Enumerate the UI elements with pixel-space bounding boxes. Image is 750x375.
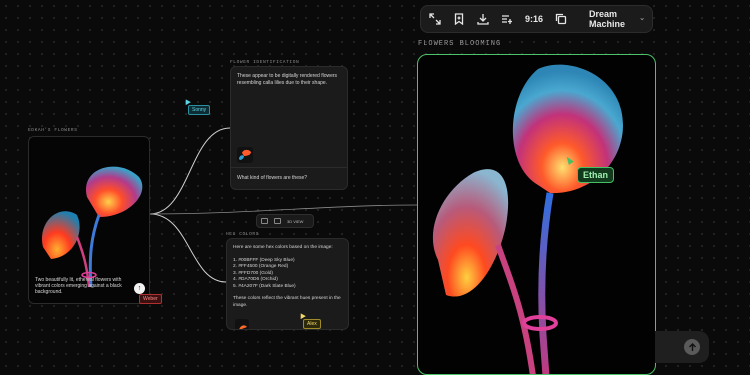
send-button[interactable] (684, 339, 700, 355)
frame-icon[interactable] (261, 218, 268, 224)
hex-intro: Here are some hex colors based on the im… (233, 245, 333, 250)
top-toolbar: 9:16 Dream Machine (420, 5, 653, 33)
hex-thumbnail (235, 319, 249, 329)
image-node-label: EDKAH'S FLOWERS (28, 128, 78, 133)
flowers-preview-frame[interactable] (417, 54, 656, 375)
collaborator-tag-sonny: Sonny (188, 105, 211, 115)
delete-icon[interactable] (274, 218, 281, 224)
hex-colors-card[interactable]: Here are some hex colors based on the im… (226, 238, 349, 330)
identification-question: What kind of flowers are these? (237, 175, 308, 181)
arrow-up-icon (688, 342, 696, 351)
download-icon[interactable] (477, 13, 489, 25)
identification-node-label: FLOWER IDENTIFICATION (230, 60, 300, 65)
mini-toolbar-label[interactable]: 3D VIEW (287, 219, 303, 224)
copy-icon[interactable] (555, 13, 567, 25)
expand-icon[interactable] (429, 13, 441, 25)
model-selector[interactable]: Dream Machine (589, 9, 644, 29)
flowers-preview-image (432, 64, 623, 374)
collaborator-tag-alex: Alex (303, 319, 321, 329)
bookmark-icon[interactable] (453, 13, 465, 25)
node-mini-toolbar: 3D VIEW (256, 214, 314, 228)
hex-outro: These colors reflect the vibrant hues pr… (233, 296, 341, 308)
add-list-icon[interactable] (501, 13, 513, 25)
model-name: Dream Machine (589, 9, 626, 29)
chevron-down-icon (640, 18, 644, 21)
collaborator-tag-weber: Weber (139, 294, 162, 304)
identification-answer: These appear to be digitally rendered fl… (237, 73, 338, 86)
image-caption: Two beautifully lit, ethereal flowers wi… (35, 277, 122, 295)
identification-card[interactable]: These appear to be digitally rendered fl… (230, 66, 348, 190)
hex-node-label: HEX COLORS (226, 232, 260, 237)
image-node-card[interactable]: Two beautifully lit, ethereal flowers wi… (28, 136, 150, 304)
duration-label[interactable]: 9:16 (525, 14, 543, 24)
collaborator-tag-ethan: Ethan (577, 167, 615, 183)
identification-thumbnail (237, 147, 253, 163)
user-avatar-icon[interactable]: ↑ (134, 283, 145, 294)
card-divider (231, 167, 347, 168)
prompt-input-bar[interactable] (655, 331, 709, 363)
preview-title: FLOWERS BLOOMING (418, 40, 502, 48)
